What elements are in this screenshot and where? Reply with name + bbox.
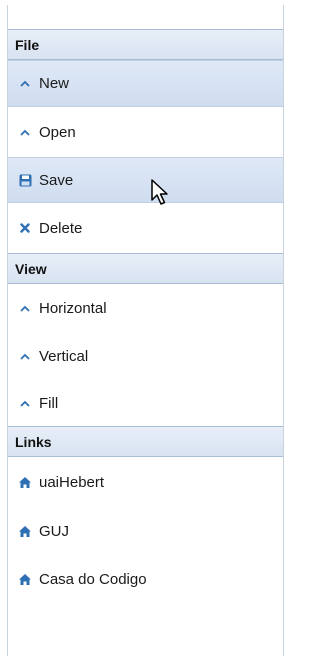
menu-item-horizontal[interactable]: Horizontal bbox=[8, 284, 283, 332]
chevron-up-icon bbox=[18, 396, 32, 410]
home-icon bbox=[18, 572, 32, 586]
menu-item-label: Save bbox=[39, 171, 74, 189]
menu-item-vertical[interactable]: Vertical bbox=[8, 332, 283, 380]
section-header-file[interactable]: File bbox=[8, 29, 283, 60]
menu-item-label: New bbox=[39, 75, 70, 92]
link-item-guj[interactable]: GUJ bbox=[8, 507, 283, 555]
link-item-label: GUJ bbox=[39, 522, 69, 540]
menu-item-label: Fill bbox=[39, 394, 59, 412]
menu-item-fill[interactable]: Fill bbox=[8, 380, 283, 426]
home-icon bbox=[18, 475, 32, 489]
menu-item-save[interactable]: Save bbox=[8, 157, 283, 203]
mouse-cursor-icon bbox=[151, 179, 168, 205]
menu-item-label: Vertical bbox=[39, 347, 89, 365]
menu-item-label: Horizontal bbox=[39, 299, 107, 317]
menu-item-label: Delete bbox=[39, 219, 83, 237]
link-item-label: uaiHebert bbox=[39, 473, 105, 491]
link-item-label: Casa do Codigo bbox=[39, 570, 147, 588]
menu-item-new[interactable]: New bbox=[8, 60, 283, 107]
menu-item-delete[interactable]: Delete bbox=[8, 203, 283, 253]
section-header-view[interactable]: View bbox=[8, 253, 283, 284]
section-header-links[interactable]: Links bbox=[8, 426, 283, 457]
menu-item-label: Open bbox=[39, 123, 76, 141]
menu-item-open[interactable]: Open bbox=[8, 107, 283, 157]
home-icon bbox=[18, 524, 32, 538]
menu-panel: File New Open Save Delete View Horizonta… bbox=[7, 5, 284, 656]
chevron-up-icon bbox=[18, 77, 32, 91]
floppy-disk-icon bbox=[18, 173, 32, 187]
chevron-up-icon bbox=[18, 301, 32, 315]
chevron-up-icon bbox=[18, 349, 32, 363]
link-item-uaihebert[interactable]: uaiHebert bbox=[8, 457, 283, 507]
close-icon bbox=[18, 221, 32, 235]
chevron-up-icon bbox=[18, 125, 32, 139]
link-item-casa-do-codigo[interactable]: Casa do Codigo bbox=[8, 555, 283, 603]
